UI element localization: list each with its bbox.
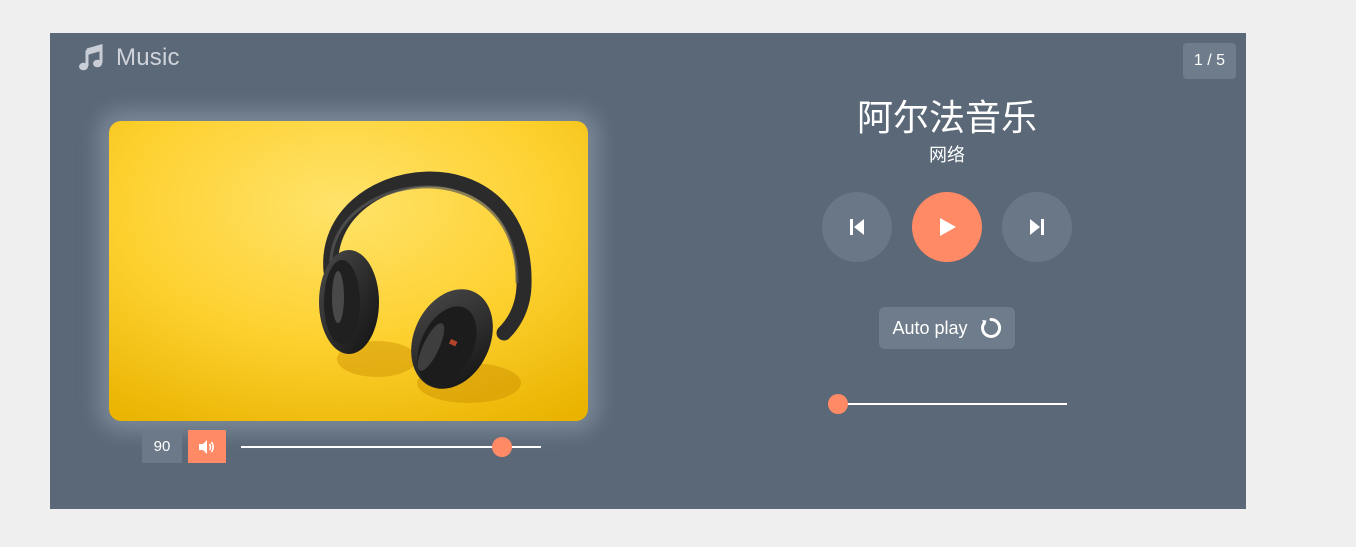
next-button[interactable] — [1002, 192, 1072, 262]
volume-value: 90 — [142, 430, 182, 463]
skip-next-icon — [1030, 219, 1044, 235]
track-counter: 1 / 5 — [1182, 43, 1236, 79]
progress-slider-thumb[interactable] — [828, 394, 848, 414]
speaker-volume-icon — [199, 439, 215, 454]
app-title: Music — [116, 44, 180, 71]
album-cover — [109, 121, 588, 421]
previous-button[interactable] — [822, 192, 892, 262]
music-note-icon — [79, 44, 103, 71]
autoplay-button[interactable]: Auto play — [879, 307, 1015, 349]
headphones-image — [109, 121, 588, 421]
mute-button[interactable] — [188, 430, 226, 463]
progress-slider[interactable] — [828, 394, 1067, 414]
loop-icon — [980, 317, 1001, 338]
app-brand: Music — [78, 43, 180, 73]
play-button[interactable] — [912, 192, 982, 262]
skip-previous-icon — [850, 219, 864, 235]
volume-slider-thumb[interactable] — [492, 437, 512, 457]
autoplay-label: Auto play — [892, 317, 968, 338]
song-title: 阿尔法音乐 — [856, 97, 1037, 138]
music-player: Music 1 / 5 90 阿尔法音乐 网络 Auto play — [50, 33, 1246, 509]
play-icon — [940, 218, 956, 236]
volume-slider[interactable] — [241, 437, 541, 457]
song-artist: 网络 — [929, 145, 965, 165]
